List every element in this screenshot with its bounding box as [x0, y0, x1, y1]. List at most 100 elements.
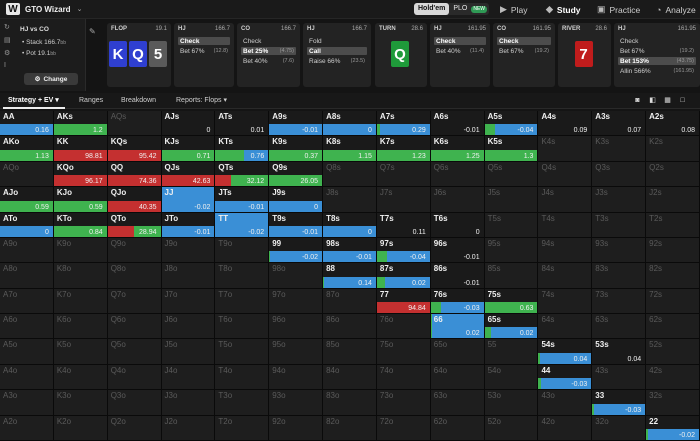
hand-cell[interactable]: AQs [107, 111, 162, 137]
hand-cell[interactable]: 64o [430, 364, 485, 391]
hand-cell[interactable]: AA 0.16 [0, 111, 54, 137]
nav-analyze[interactable]: ◔ Analyze [656, 0, 696, 19]
hand-cell[interactable]: 44 -0.03 [538, 364, 593, 391]
hand-cell[interactable]: Q5o [107, 339, 162, 365]
hand-cell[interactable]: 53s 0.04 [592, 339, 647, 365]
hand-cell[interactable]: J2s [646, 187, 700, 213]
hand-cell[interactable]: A5s -0.04 [484, 111, 539, 137]
hand-cell[interactable]: A7o [0, 288, 54, 315]
hand-cell[interactable]: KQo 96.17 [53, 161, 108, 188]
grid-icon[interactable]: ▦ [663, 96, 672, 105]
hand-cell[interactable]: 95o [269, 339, 324, 365]
hand-cell[interactable]: 65s 0.02 [484, 314, 539, 340]
action-option[interactable]: Fold [307, 37, 367, 45]
hand-cell[interactable]: 73s [592, 288, 647, 315]
hand-cell[interactable]: 97o [269, 288, 324, 315]
hand-cell[interactable]: 88 0.14 [323, 263, 377, 289]
hand-cell[interactable]: A5o [0, 339, 54, 365]
hand-cell[interactable]: 32s [646, 390, 700, 416]
nav-study[interactable]: ◆ Study [546, 0, 581, 19]
hand-cell[interactable]: 76s -0.03 [430, 288, 485, 315]
hand-cell[interactable]: JTs -0.01 [215, 187, 270, 213]
hand-cell[interactable]: T9o [215, 237, 270, 264]
hand-cell[interactable]: QTo 28.94 [107, 212, 162, 238]
nav-practice[interactable]: ▣ Practice [597, 0, 640, 19]
hand-cell[interactable]: K9s 0.37 [269, 136, 324, 162]
hand-cell[interactable]: T3s [592, 212, 647, 238]
tab-breakdown[interactable]: Breakdown [121, 93, 156, 109]
hand-cell[interactable]: 54s 0.04 [538, 339, 593, 365]
hand-cell[interactable]: 86s -0.01 [430, 263, 485, 289]
hand-cell[interactable]: 65o [430, 339, 485, 365]
action-strip[interactable]: HJ 166.7 Fold Call Raise 66% (23.5) [303, 23, 371, 87]
hand-cell[interactable]: 33 -0.03 [592, 390, 647, 416]
hand-cell[interactable]: 54o [484, 364, 539, 391]
hand-cell[interactable]: Q2s [646, 161, 700, 188]
action-option[interactable]: Raise 66% (23.5) [307, 57, 367, 65]
hand-cell[interactable]: 85s [484, 263, 539, 289]
hand-cell[interactable]: T3o [215, 390, 270, 416]
hand-cell[interactable]: K3s [592, 136, 647, 162]
hand-cell[interactable]: 72o [376, 415, 431, 441]
hand-cell[interactable]: K2s [646, 136, 700, 162]
hand-cell[interactable]: 92o [269, 415, 324, 441]
action-option[interactable]: Check [434, 37, 486, 45]
settings-icon[interactable]: ⚙ [4, 49, 14, 57]
hand-cell[interactable]: A3s 0.07 [592, 111, 647, 137]
action-strip[interactable]: CO 161.95 Check Bet 67% (19.2) [493, 23, 555, 87]
hand-cell[interactable]: 43s [592, 364, 647, 391]
action-option[interactable]: Bet 67% (19.2) [618, 47, 696, 55]
hand-cell[interactable]: 93o [269, 390, 324, 416]
hand-cell[interactable]: K8o [53, 263, 108, 289]
hand-cell[interactable]: Q7o [107, 288, 162, 315]
action-option[interactable]: Bet 67% (19.2) [497, 47, 551, 55]
hand-cell[interactable]: A4o [0, 364, 54, 391]
nav-play[interactable]: ▶ Play [500, 0, 527, 19]
hand-cell[interactable]: A9o [0, 237, 54, 264]
hand-cell[interactable]: T4o [215, 364, 270, 391]
action-strip[interactable]: TURN 28.6 Q [375, 23, 427, 87]
hand-cell[interactable]: Q3s [592, 161, 647, 188]
hand-cell[interactable]: AJo 0.59 [0, 187, 54, 213]
hand-cell[interactable]: J5o [161, 339, 216, 365]
hand-cell[interactable]: 97s -0.04 [376, 237, 431, 264]
hand-cell[interactable]: K5s 1.3 [484, 136, 539, 162]
hand-cell[interactable]: 94s [538, 237, 593, 264]
action-strip[interactable]: HJ 161.95 Check Bet 67% (19.2) Bet 153% (43.75… [614, 23, 700, 87]
hand-cell[interactable]: 52o [484, 415, 539, 441]
hand-cell[interactable]: J6s [430, 187, 485, 213]
hand-cell[interactable]: J7o [161, 288, 216, 315]
hand-cell[interactable]: K5o [53, 339, 108, 365]
hand-cell[interactable]: 66 0.02 [430, 314, 485, 340]
hand-cell[interactable]: J6o [161, 314, 216, 340]
hand-cell[interactable]: 53o [484, 390, 539, 416]
hand-cell[interactable]: T5s [484, 212, 539, 238]
action-option[interactable]: Check [618, 37, 696, 45]
hand-cell[interactable]: 74s [538, 288, 593, 315]
hand-cell[interactable]: 62s [646, 314, 700, 340]
action-strip[interactable]: CO 166.7 Check Bet 25% (4.75) Bet 40% (7.6) [237, 23, 300, 87]
hand-cell[interactable]: AJs 0 [161, 111, 216, 137]
hand-cell[interactable]: 87s 0.02 [376, 263, 431, 289]
hand-cell[interactable]: 32o [592, 415, 647, 441]
hand-cell[interactable]: 22 -0.02 [646, 415, 700, 441]
hand-cell[interactable]: K3o [53, 390, 108, 416]
hand-cell[interactable]: K4s [538, 136, 593, 162]
action-option[interactable]: Bet 67% (12.8) [178, 47, 230, 55]
hand-cell[interactable]: K7s 1.23 [376, 136, 431, 162]
hand-cell[interactable]: 75s 0.63 [484, 288, 539, 315]
hand-cell[interactable]: A2o [0, 415, 54, 441]
hand-cell[interactable]: QJs 42.63 [161, 161, 216, 188]
hand-cell[interactable]: J3o [161, 390, 216, 416]
hand-cell[interactable]: K4o [53, 364, 108, 391]
hand-cell[interactable]: QQ 74.36 [107, 161, 162, 188]
hand-cell[interactable]: T2o [215, 415, 270, 441]
hand-cell[interactable]: A3o [0, 390, 54, 416]
action-option[interactable]: Bet 153% (43.75) [618, 57, 696, 65]
hand-cell[interactable]: Q5s [484, 161, 539, 188]
hand-cell[interactable]: A8s 0 [323, 111, 377, 137]
hand-cell[interactable]: T8s 0 [323, 212, 377, 238]
hand-cell[interactable]: 87o [323, 288, 377, 315]
square-icon[interactable]: □ [678, 96, 687, 105]
hand-cell[interactable]: Q4s [538, 161, 593, 188]
